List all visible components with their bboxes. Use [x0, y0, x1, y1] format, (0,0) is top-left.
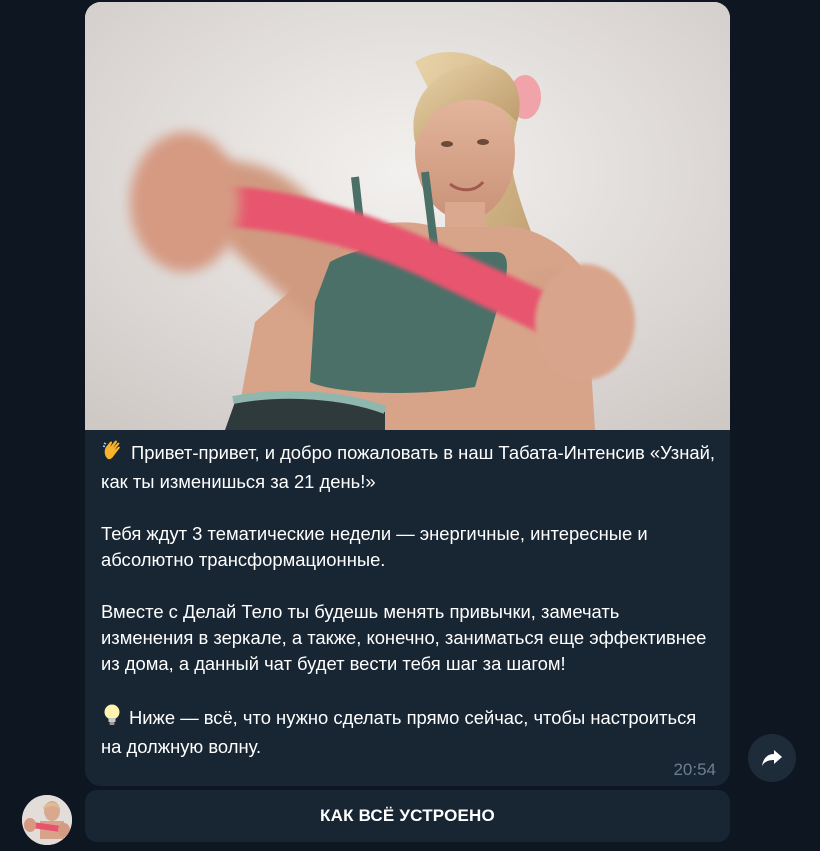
- message-photo[interactable]: [85, 2, 730, 430]
- message-bubble[interactable]: Привет-привет, и добро пожаловать в наш …: [85, 2, 730, 786]
- chat-view: Привет-привет, и добро пожаловать в наш …: [0, 0, 820, 851]
- message-paragraph-3: Вместе с Делай Тело ты будешь менять при…: [101, 601, 707, 674]
- message-text: Привет-привет, и добро пожаловать в наш …: [101, 438, 716, 760]
- share-arrow-icon: [762, 750, 782, 766]
- message-paragraph-2: Тебя ждут 3 тематические недели — энерги…: [101, 523, 648, 570]
- inline-keyboard-button[interactable]: КАК ВСЁ УСТРОЕНО: [85, 790, 730, 842]
- message-paragraph-1: Привет-привет, и добро пожаловать в наш …: [101, 438, 716, 495]
- message-paragraph-4: Ниже — всё, что нужно сделать прямо сейч…: [101, 703, 716, 760]
- sender-avatar[interactable]: [22, 795, 72, 845]
- waving-hand-icon: [101, 438, 125, 469]
- light-bulb-icon: [101, 703, 123, 734]
- message-time: 20:54: [673, 760, 716, 779]
- share-button[interactable]: [748, 734, 796, 782]
